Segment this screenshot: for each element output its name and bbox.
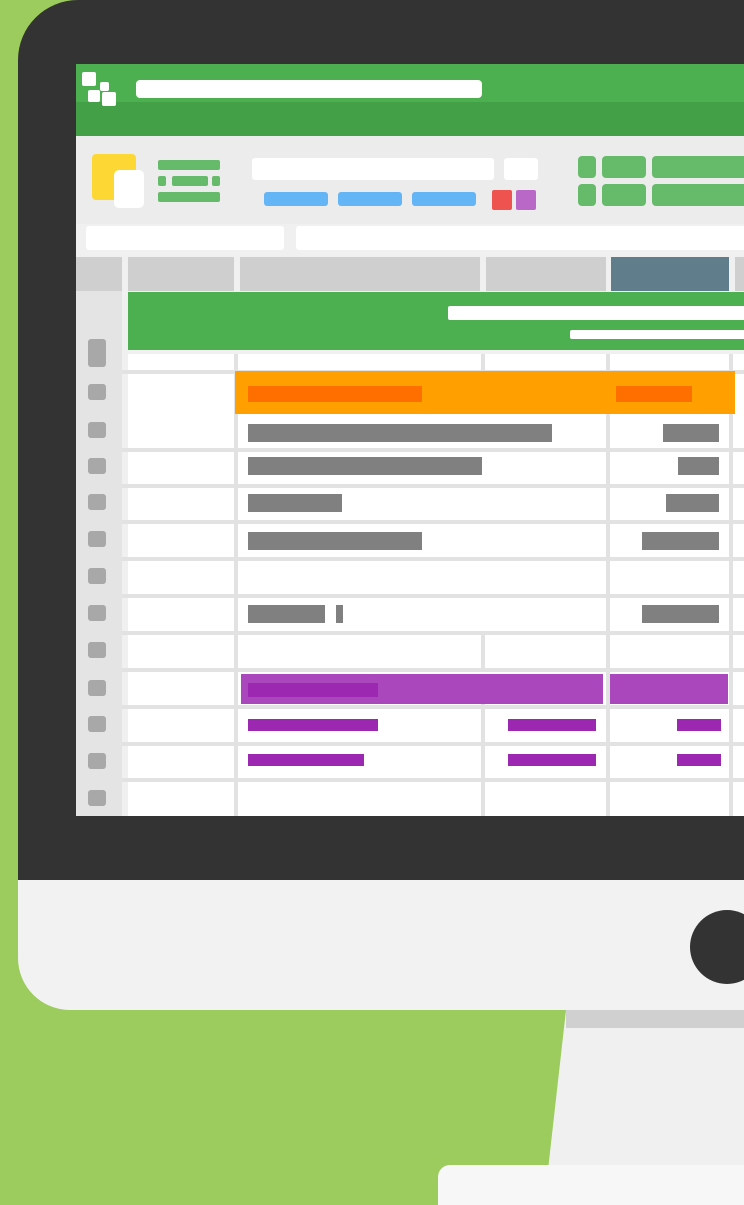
font-size-box[interactable] (504, 158, 538, 180)
purple-row-label (248, 719, 378, 731)
bold-button[interactable] (264, 192, 328, 206)
monitor-chin (18, 880, 744, 1010)
row-header-13[interactable] (88, 790, 106, 806)
row-label (248, 494, 342, 512)
row-value (663, 424, 719, 442)
monitor-stand-neck (548, 1010, 744, 1170)
grid-line (122, 778, 744, 782)
row-header-6[interactable] (88, 531, 106, 547)
grid-line (122, 668, 744, 672)
column-header-c[interactable] (486, 257, 606, 291)
row-value (678, 457, 719, 475)
grid-line (481, 634, 485, 670)
row-value (642, 532, 719, 550)
purple-row-mid (508, 754, 596, 766)
grid-line (122, 705, 744, 709)
italic-button[interactable] (338, 192, 402, 206)
sheet-banner[interactable] (128, 292, 744, 350)
toolbar-toggle-5[interactable] (602, 184, 646, 206)
banner-title (448, 306, 744, 320)
toolbar-toggle-2[interactable] (602, 156, 646, 178)
underline-button[interactable] (412, 192, 476, 206)
toolbar-toggle-3[interactable] (652, 156, 744, 178)
screen (76, 64, 744, 816)
purple-row-mid (508, 719, 596, 731)
toolbar-toggle-1[interactable] (578, 156, 596, 178)
orange-header-value (616, 386, 692, 402)
row-label (248, 424, 552, 442)
column-header-e[interactable] (735, 257, 744, 291)
purple-row-value (677, 754, 721, 766)
grid-line (122, 557, 744, 561)
font-color-swatch[interactable] (516, 190, 536, 210)
font-name-box[interactable] (252, 158, 494, 180)
grid-line (481, 704, 485, 816)
grid-line (122, 484, 744, 488)
title-bar-lower (76, 102, 744, 136)
list-format-icon[interactable] (158, 160, 222, 206)
column-header-b[interactable] (240, 257, 480, 291)
column-header-d-selected[interactable] (611, 257, 729, 291)
toolbar-toggle-6[interactable] (652, 184, 744, 206)
window-title (136, 80, 482, 98)
row-header-5[interactable] (88, 494, 106, 510)
banner-subtitle (570, 330, 744, 339)
grid-line (122, 742, 744, 746)
row-header-12[interactable] (88, 753, 106, 769)
fill-color-swatch[interactable] (492, 190, 512, 210)
row-headers (76, 291, 122, 816)
row-header-4[interactable] (88, 458, 106, 474)
row-header-10[interactable] (88, 680, 106, 696)
row-label-suffix (336, 605, 343, 623)
formula-input[interactable] (296, 226, 744, 250)
grid-line (122, 594, 744, 598)
monitor-stand-base (438, 1165, 744, 1205)
row-header-3[interactable] (88, 422, 106, 438)
paste-icon[interactable] (92, 154, 146, 210)
purple-row-label (248, 754, 364, 766)
grid-line (606, 354, 610, 816)
grid-line (122, 631, 744, 635)
corner-header[interactable] (76, 257, 122, 291)
grid-line (234, 354, 238, 816)
purple-header-label (248, 683, 378, 697)
row-label (248, 532, 422, 550)
name-box[interactable] (86, 226, 284, 250)
row-header-8[interactable] (88, 605, 106, 621)
row-header-9[interactable] (88, 642, 106, 658)
purple-row-value (677, 719, 721, 731)
row-header-2[interactable] (88, 384, 106, 400)
row-label (248, 457, 482, 475)
row-header-11[interactable] (88, 716, 106, 732)
grid-line (729, 354, 733, 816)
grid-line (122, 520, 744, 524)
orange-header-label (248, 386, 422, 402)
row-header-7[interactable] (88, 568, 106, 584)
row-value (642, 605, 719, 623)
row-value (666, 494, 719, 512)
purple-header-value-cell[interactable] (610, 674, 728, 704)
grid-logo-icon[interactable] (82, 72, 118, 108)
column-header-a[interactable] (128, 257, 234, 291)
row-label (248, 605, 325, 623)
row-header-1[interactable] (88, 339, 106, 367)
monitor-stand-shadow (566, 1010, 744, 1028)
grid-line (122, 448, 744, 452)
toolbar-toggle-4[interactable] (578, 184, 596, 206)
